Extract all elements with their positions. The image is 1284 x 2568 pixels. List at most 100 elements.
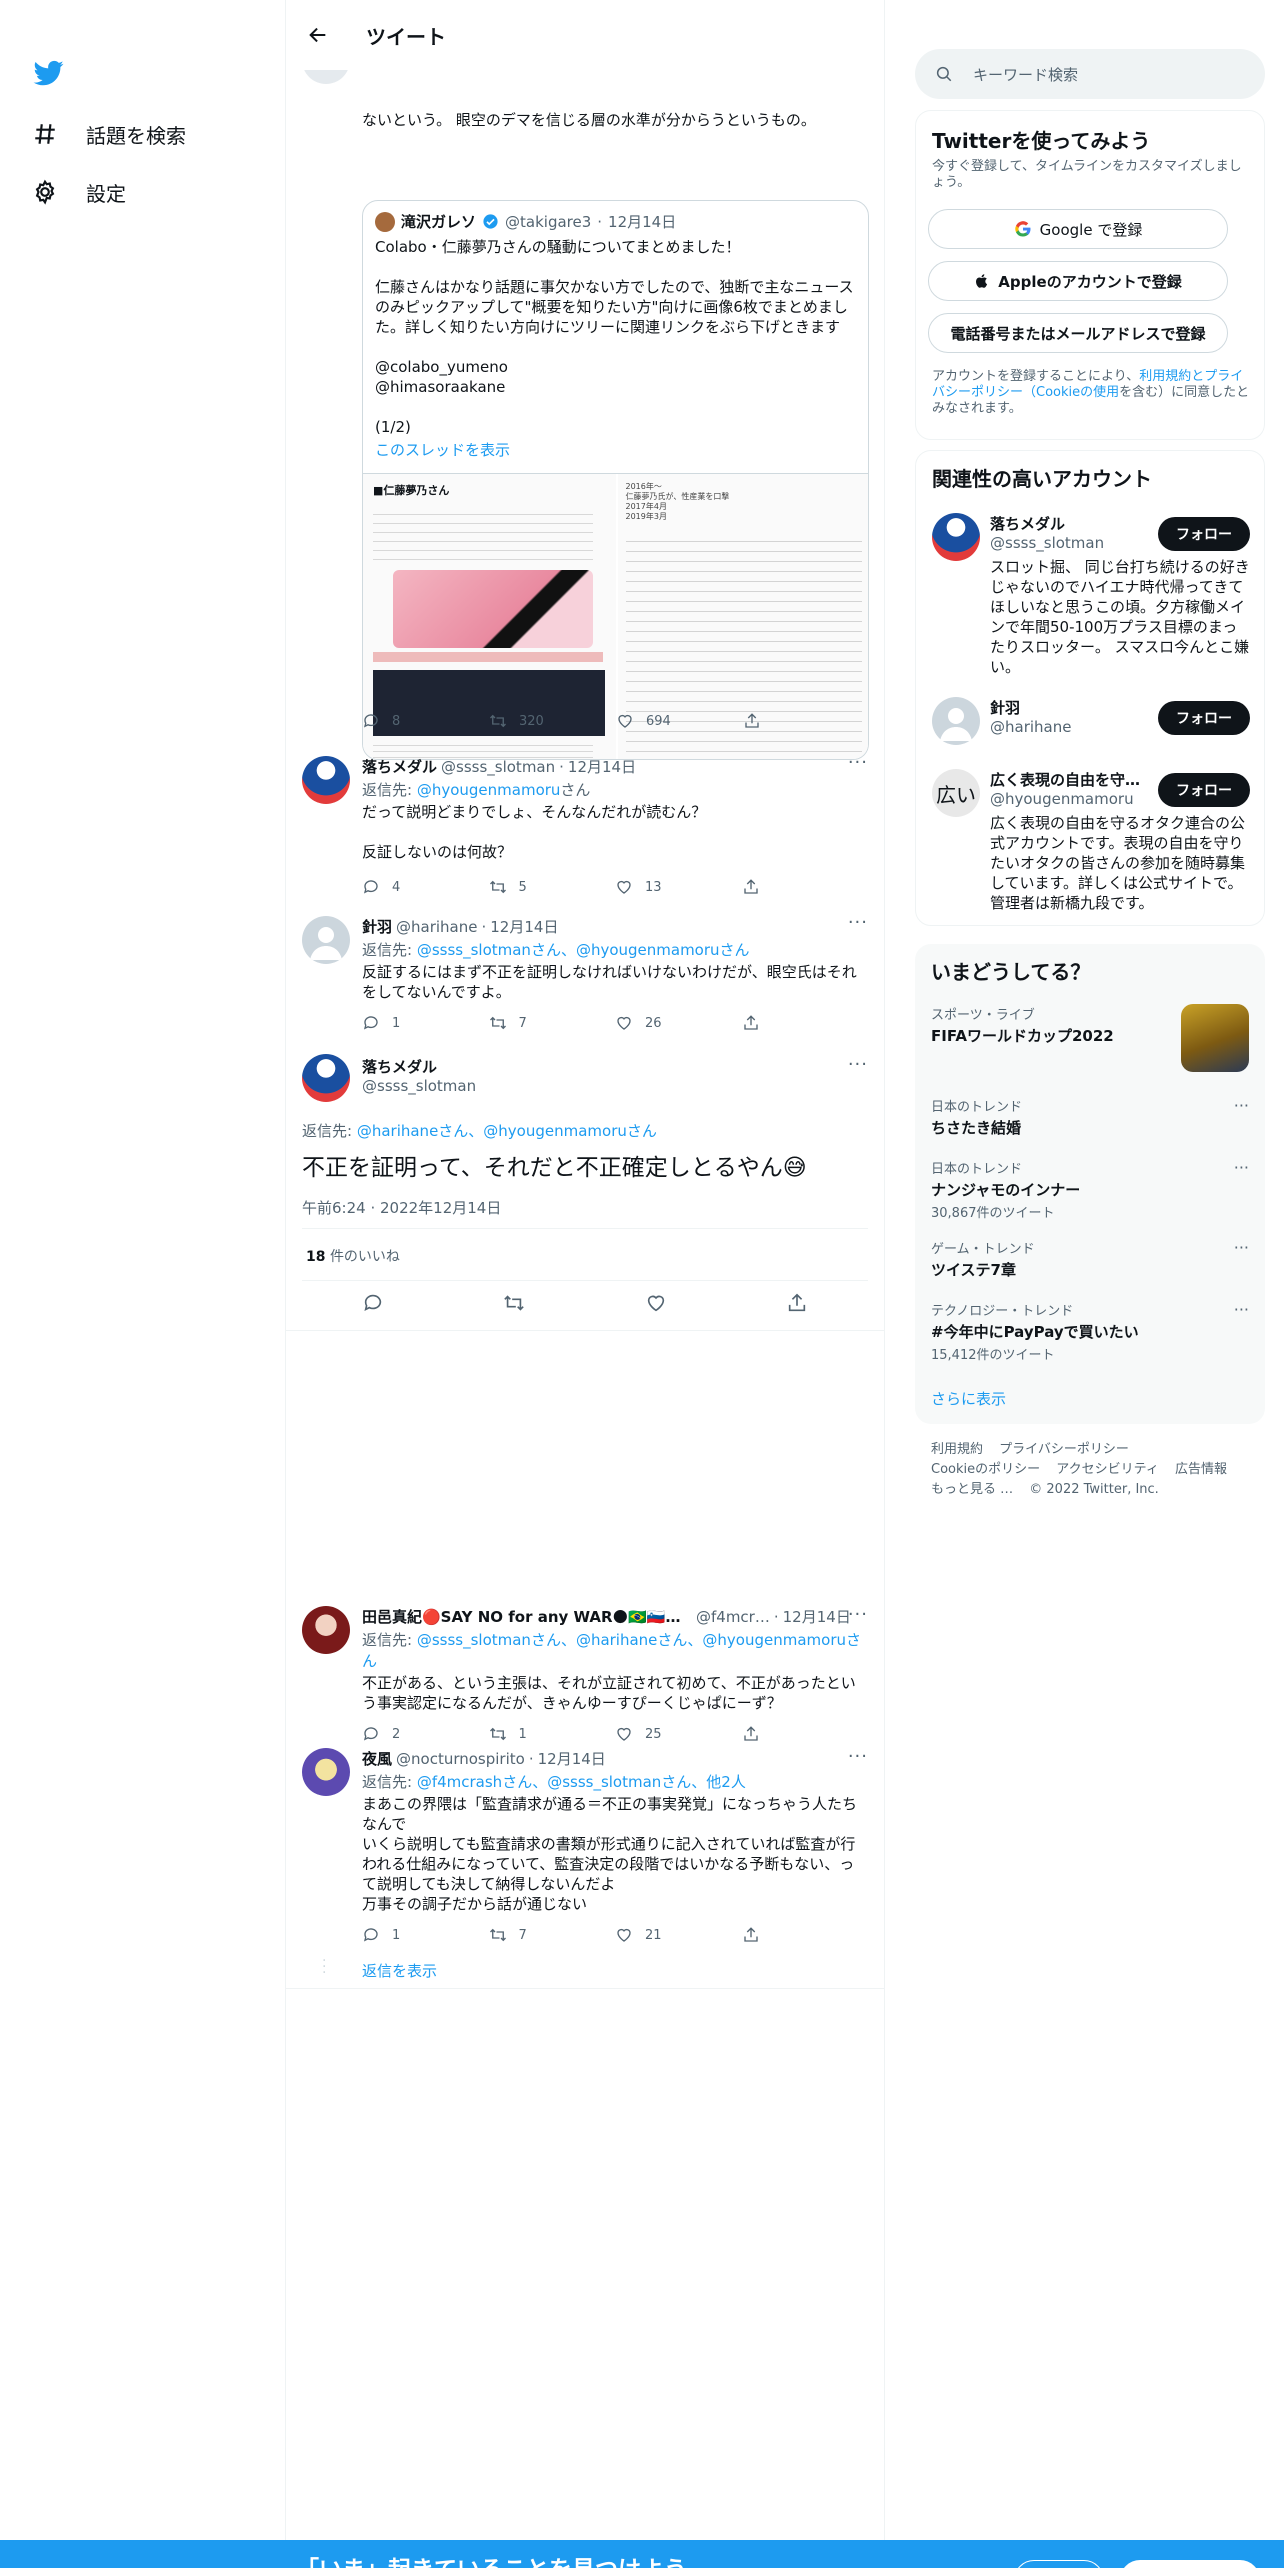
avatar[interactable]	[302, 1054, 350, 1102]
share-button[interactable]	[743, 712, 870, 730]
avatar[interactable]	[932, 697, 980, 745]
share-button[interactable]	[742, 1014, 869, 1032]
trend-category: 日本のトレンド	[931, 1162, 1023, 1177]
tweet-timestamp[interactable]: 午前6:24 · 2022年12月14日	[302, 1197, 868, 1218]
like-count: 21	[645, 1927, 662, 1943]
copyright: © 2022 Twitter, Inc.	[1029, 1482, 1159, 1497]
share-button[interactable]	[742, 1926, 869, 1944]
more-options-icon[interactable]: ···	[848, 1054, 868, 1075]
share-button[interactable]	[742, 878, 869, 896]
reply-button[interactable]: 8	[362, 712, 489, 730]
parent-tweet[interactable]: ないという。 眼空のデマを信じる層の水準が分からうというもの。 滝沢ガレソ @t…	[286, 36, 884, 760]
footer-link[interactable]: 利用規約	[931, 1442, 983, 1457]
focal-author[interactable]: 落ちメダル @ssss_slotman	[362, 1056, 476, 1095]
reply-tweet[interactable]: ··· 針羽 @harihane · 12月14日 返信先: @ssss_slo…	[286, 910, 884, 1042]
search-icon	[935, 65, 953, 83]
follow-button[interactable]: フォロー	[1158, 517, 1250, 551]
footer-link[interactable]: 広告情報	[1175, 1462, 1227, 1477]
reply-to-link[interactable]: @ssss_slotmanさん、@hyougenmamoruさん	[417, 941, 750, 959]
nav-settings[interactable]: 設定	[32, 172, 126, 212]
twitter-logo-icon[interactable]	[32, 58, 66, 92]
show-thread-link[interactable]: このスレッドを表示	[375, 439, 510, 460]
like-count: 25	[645, 1726, 662, 1742]
google-signup-button[interactable]: Google で登録	[928, 209, 1228, 249]
google-icon	[1014, 220, 1032, 238]
footer-link[interactable]: Cookieのポリシー	[931, 1462, 1040, 1477]
avatar[interactable]	[932, 513, 980, 561]
nav-explore[interactable]: 話題を検索	[32, 114, 186, 154]
reply-button[interactable]: 2	[362, 1725, 489, 1743]
show-more-link[interactable]: さらに表示	[931, 1388, 1006, 1409]
like-button[interactable]: 25	[615, 1725, 742, 1743]
retweet-button[interactable]: 320	[489, 712, 616, 730]
reply-button[interactable]: 4	[362, 878, 489, 896]
search-box[interactable]: キーワード検索	[915, 49, 1265, 99]
phone-email-signup-button[interactable]: 電話番号またはメールアドレスで登録	[928, 313, 1228, 353]
share-button[interactable]	[742, 1725, 869, 1743]
heart-icon	[615, 1014, 633, 1032]
reply-to-link[interactable]: @hyougenmamoru	[417, 781, 561, 799]
nav-settings-label: 設定	[86, 181, 126, 206]
like-button[interactable]: 13	[615, 878, 742, 896]
likes-label: 件のいいね	[329, 1249, 400, 1265]
account-name: 落ちメダル	[990, 515, 1066, 533]
login-button[interactable]	[1014, 2560, 1104, 2568]
retweet-icon[interactable]	[503, 1292, 525, 1314]
trend-item[interactable]: ゲーム・トレンド ツイステ7章 ···	[931, 1238, 1249, 1280]
retweet-button[interactable]: 1	[489, 1725, 616, 1743]
reply-button[interactable]: 1	[362, 1926, 489, 1944]
reply-to-link[interactable]: @harihaneさん、@hyougenmamoruさん	[357, 1122, 657, 1140]
reply-to-link[interactable]: @f4mcrashさん、@ssss_slotmanさん、他2人	[417, 1773, 746, 1791]
likes-summary[interactable]: 18 件のいいね	[306, 1246, 400, 1266]
more-options-icon[interactable]: ···	[1234, 1238, 1249, 1257]
reply-count: 8	[392, 713, 401, 729]
phone-email-signup-label: 電話番号またはメールアドレスで登録	[950, 324, 1206, 343]
show-replies-link[interactable]: 返信を表示	[362, 1960, 437, 1981]
retweet-count: 7	[518, 1927, 527, 1943]
avatar[interactable]	[302, 1748, 350, 1796]
trend-item[interactable]: 日本のトレンド ちさたき結婚 ···	[931, 1096, 1249, 1138]
trend-item[interactable]: 日本のトレンド ナンジャモのインナー 30,867件のツイート ···	[931, 1158, 1249, 1221]
heart-icon[interactable]	[645, 1292, 667, 1314]
footer-link[interactable]: もっと見る …	[931, 1482, 1013, 1497]
avatar[interactable]: 広い	[932, 769, 980, 817]
retweet-button[interactable]: 7	[489, 1926, 616, 1944]
share-icon[interactable]	[786, 1292, 808, 1314]
more-options-icon[interactable]: ···	[1234, 1096, 1249, 1115]
retweet-button[interactable]: 7	[489, 1014, 616, 1032]
google-signup-label: Google で登録	[1039, 220, 1143, 239]
reply-tweet[interactable]: ··· 夜風 @nocturnospirito · 12月14日 返信先: @f…	[286, 1744, 884, 1944]
signup-button[interactable]	[1120, 2560, 1260, 2568]
reply-icon	[362, 712, 380, 730]
retweet-button[interactable]: 5	[489, 878, 616, 896]
reply-to-suffix: さん	[560, 781, 591, 799]
quote-tweet[interactable]: 滝沢ガレソ @takigare3 · 12月14日 Colabo・仁藤夢乃さんの…	[362, 200, 869, 760]
share-icon	[743, 712, 761, 730]
apple-signup-button[interactable]: Appleのアカウントで登録	[928, 261, 1228, 301]
footer-link[interactable]: アクセシビリティ	[1056, 1462, 1159, 1477]
trend-item[interactable]: スポーツ・ライブ FIFAワールドカップ2022	[931, 1004, 1249, 1072]
avatar[interactable]	[302, 1606, 350, 1654]
author-handle: @nocturnospirito	[396, 1749, 525, 1768]
reply-icon[interactable]	[362, 1292, 384, 1314]
reply-to-link[interactable]: @ssss_slotmanさん、@harihaneさん、@hyougenmamo…	[362, 1631, 861, 1670]
more-options-icon[interactable]: ···	[1234, 1158, 1249, 1177]
reply-tweet[interactable]: ··· 落ちメダル @ssss_slotman · 12月14日 返信先: @h…	[286, 750, 884, 900]
like-button[interactable]: 21	[615, 1926, 742, 1944]
avatar[interactable]	[302, 916, 350, 964]
avatar[interactable]	[302, 756, 350, 804]
reply-button[interactable]: 1	[362, 1014, 489, 1032]
tweet-text: 不正がある、という主張は、それが立証されて初めて、不正があったという事実認定にな…	[362, 1674, 856, 1712]
follow-button[interactable]: フォロー	[1158, 773, 1250, 807]
more-options-icon[interactable]: ···	[1234, 1300, 1249, 1319]
back-arrow-icon[interactable]	[298, 15, 338, 55]
trend-item[interactable]: テクノロジー・トレンド #今年中にPayPayで買いたい 15,412件のツイー…	[931, 1300, 1249, 1363]
tweet-actions: 1 7 21	[362, 1926, 868, 1944]
reply-count: 1	[392, 1015, 401, 1031]
like-button[interactable]: 26	[615, 1014, 742, 1032]
trends-title: いまどうしてる？	[931, 960, 1091, 984]
follow-button[interactable]: フォロー	[1158, 701, 1250, 735]
reply-tweet[interactable]: ··· 田邑真紀🔴SAY NO for any WAR🌑🇧🇷🇸🇮🇰🇷… @f4m…	[286, 1602, 884, 1742]
footer-link[interactable]: プライバシーポリシー	[999, 1442, 1129, 1457]
like-button[interactable]: 694	[616, 712, 743, 730]
